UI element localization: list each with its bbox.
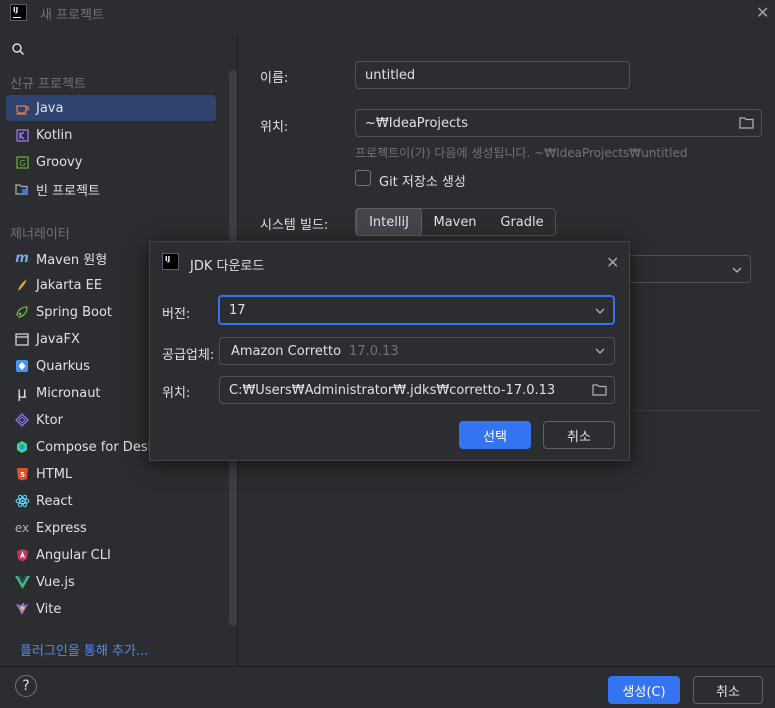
javafx-icon	[14, 331, 30, 347]
sidebar-item-vuejs[interactable]: Vue.js	[6, 569, 216, 595]
jdk-vendor-label: 공급업체:	[162, 348, 215, 363]
sidebar-item-compose-desktop[interactable]: Compose for Desktop	[6, 434, 154, 460]
sidebar-item-label: Maven 원형	[36, 252, 108, 268]
micronaut-icon: μ	[17, 384, 27, 402]
sidebar-item-label: Vite	[36, 601, 62, 617]
jakarta-icon	[14, 277, 30, 293]
jdk-vendor-version: 17.0.13	[349, 343, 399, 359]
git-repo-checkbox[interactable]	[355, 170, 371, 186]
quarkus-icon	[14, 358, 30, 374]
groovy-icon: G	[14, 154, 30, 170]
html5-icon: 5	[14, 466, 30, 482]
sidebar-item-label: Ktor	[36, 412, 63, 428]
chevron-down-icon	[595, 308, 605, 314]
dialog-title: JDK 다운로드	[190, 259, 265, 274]
maven-icon: m	[15, 250, 29, 266]
sidebar-item-label: Groovy	[36, 154, 83, 170]
jdk-location-value: C:₩Users₩Administrator₩.jdks₩corretto-17…	[229, 382, 556, 398]
vite-icon	[14, 601, 30, 617]
sidebar-item-label: Quarkus	[36, 358, 90, 374]
folder-icon[interactable]	[739, 116, 754, 129]
sidebar-item-label: Micronaut	[36, 385, 101, 401]
build-system-label: 시스템 빌드:	[260, 218, 329, 233]
ktor-icon	[14, 412, 30, 428]
jdk-vendor-value: Amazon Corretto	[231, 343, 342, 359]
section-header-new-project: 신규 프로젝트	[10, 77, 86, 92]
sidebar-item-express[interactable]: ex Express	[6, 515, 216, 541]
intellij-dialog-icon: IJ	[162, 253, 179, 270]
compose-icon	[14, 439, 30, 455]
build-option-label: IntelliJ	[369, 214, 409, 230]
chevron-down-icon	[732, 267, 742, 273]
sidebar-item-label: 빈 프로젝트	[36, 183, 100, 199]
project-type-search-input[interactable]	[30, 40, 234, 62]
location-hint: 프로젝트이(가) 다음에 생성됩니다. ~₩IdeaProjects₩untit…	[355, 146, 688, 160]
kotlin-icon	[14, 127, 30, 143]
folder-icon[interactable]	[592, 383, 607, 396]
react-icon	[14, 493, 30, 509]
sidebar-item-java[interactable]: Java	[6, 95, 216, 121]
project-location-value: ~₩IdeaProjects	[365, 115, 469, 131]
sidebar-item-label: Jakarta EE	[36, 277, 103, 293]
sidebar-item-react[interactable]: React	[6, 488, 216, 514]
select-button[interactable]: 선택	[459, 421, 531, 449]
project-name-value: untitled	[365, 67, 416, 83]
sidebar-item-kotlin[interactable]: Kotlin	[6, 122, 216, 148]
sidebar-item-html[interactable]: 5 HTML	[6, 461, 216, 487]
project-name-field[interactable]: untitled	[355, 61, 630, 89]
project-location-field[interactable]: ~₩IdeaProjects	[355, 109, 762, 137]
sidebar-item-label: Kotlin	[36, 127, 73, 143]
build-option-gradle[interactable]: Gradle	[488, 208, 556, 236]
create-button[interactable]: 생성(C)	[608, 676, 680, 704]
add-via-plugins-link[interactable]: 플러그인을 통해 추가...	[20, 640, 148, 659]
build-option-intellij[interactable]: IntelliJ	[356, 208, 422, 236]
jdk-version-select[interactable]: 17	[218, 295, 615, 325]
section-header-generators: 제너레이터	[10, 227, 70, 242]
spring-icon	[14, 304, 30, 320]
angular-icon	[14, 547, 30, 563]
express-icon: ex	[14, 521, 30, 535]
window-close-icon[interactable]: ✕	[756, 3, 769, 22]
java-cup-icon	[14, 100, 30, 116]
sidebar-item-groovy[interactable]: G Groovy	[6, 149, 216, 175]
sidebar-item-label: JavaFX	[36, 331, 80, 347]
cancel-button[interactable]: 취소	[693, 676, 763, 704]
git-repo-label: Git 저장소 생성	[379, 175, 466, 190]
jdk-vendor-select[interactable]: Amazon Corretto 17.0.13	[219, 337, 615, 365]
sidebar-item-label: Java	[36, 100, 64, 116]
location-label: 위치:	[260, 120, 289, 135]
sidebar-item-angular-cli[interactable]: Angular CLI	[6, 542, 216, 568]
empty-project-icon	[14, 181, 30, 197]
sidebar-item-empty-project[interactable]: 빈 프로젝트	[6, 176, 216, 202]
dialog-cancel-button[interactable]: 취소	[543, 421, 615, 449]
sidebar-item-label: Express	[36, 520, 87, 536]
sidebar-item-label: Compose for Desktop	[36, 439, 154, 455]
jdk-location-field[interactable]: C:₩Users₩Administrator₩.jdks₩corretto-17…	[219, 376, 615, 404]
vue-icon	[14, 574, 30, 590]
name-label: 이름:	[260, 71, 289, 86]
chevron-down-icon	[595, 348, 605, 354]
jdk-location-label: 위치:	[162, 386, 191, 401]
sidebar-item-label: Spring Boot	[36, 304, 113, 320]
svg-text:G: G	[19, 159, 25, 168]
sidebar-item-label: Angular CLI	[36, 547, 111, 563]
help-button[interactable]: ?	[15, 675, 37, 697]
svg-text:5: 5	[20, 471, 25, 479]
sidebar-item-label: HTML	[36, 466, 73, 482]
window-title: 새 프로젝트	[40, 8, 104, 23]
sidebar-item-label: React	[36, 493, 73, 509]
dialog-close-icon[interactable]: ✕	[606, 253, 619, 272]
build-option-label: Gradle	[500, 214, 544, 230]
title-bar	[0, 0, 775, 34]
build-option-label: Maven	[433, 214, 477, 230]
sidebar-item-label: Vue.js	[36, 574, 75, 590]
intellij-app-icon: IJ	[10, 4, 27, 21]
sidebar-item-vite[interactable]: Vite	[6, 596, 216, 622]
jdk-version-label: 버전:	[162, 307, 191, 322]
search-icon	[12, 43, 24, 55]
build-option-maven[interactable]: Maven	[422, 208, 488, 236]
jdk-version-value: 17	[229, 302, 246, 318]
